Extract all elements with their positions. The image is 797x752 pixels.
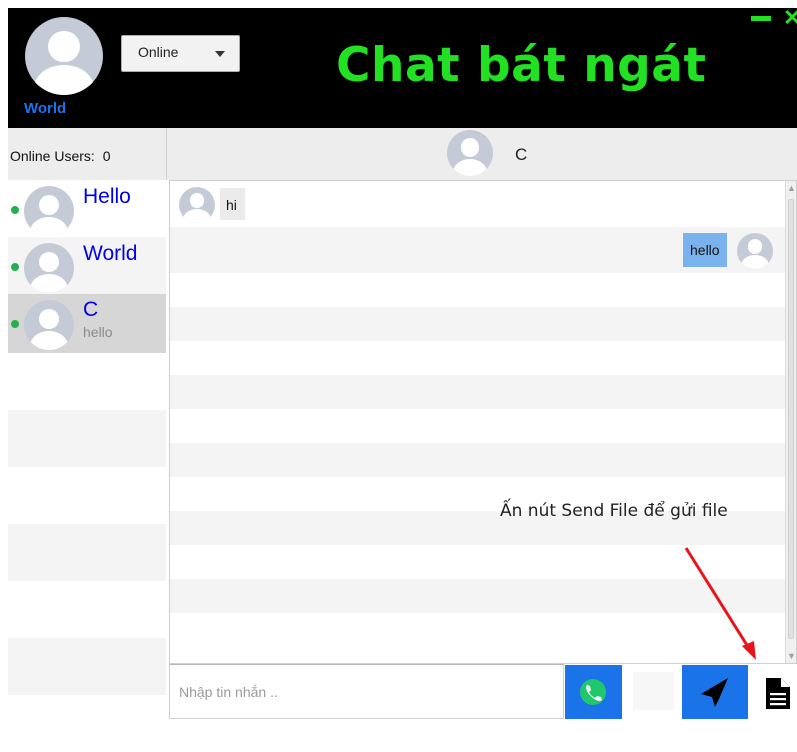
app-title: Chat bát ngát bbox=[336, 38, 707, 93]
scroll-down-icon[interactable]: ▼ bbox=[787, 651, 796, 661]
online-status-dot bbox=[11, 206, 19, 214]
message-input[interactable] bbox=[169, 664, 564, 719]
message-bubble: hi bbox=[220, 188, 245, 220]
current-user-avatar[interactable] bbox=[25, 17, 103, 95]
send-button[interactable] bbox=[682, 665, 748, 719]
chevron-down-icon bbox=[215, 51, 225, 57]
scroll-up-icon[interactable]: ▲ bbox=[787, 183, 796, 193]
user-list: Hello World C hello bbox=[8, 180, 166, 752]
contact-name: C bbox=[515, 145, 528, 164]
document-icon bbox=[766, 678, 790, 709]
tutorial-annotation: Ấn nút Send File để gửi file bbox=[500, 501, 728, 521]
online-users-count: 0 bbox=[102, 148, 111, 164]
contact-avatar bbox=[447, 130, 493, 176]
app-header: Online Chat bát ngát ✕ bbox=[8, 7, 797, 128]
user-avatar bbox=[24, 186, 74, 236]
scrollbar-thumb[interactable] bbox=[788, 199, 794, 639]
message-bubble: hello bbox=[683, 233, 727, 267]
user-last-message: hello bbox=[83, 324, 113, 340]
user-avatar bbox=[24, 243, 74, 293]
status-dropdown[interactable]: Online bbox=[121, 35, 240, 72]
user-list-item-c[interactable]: C hello bbox=[8, 294, 166, 351]
status-dropdown-value: Online bbox=[138, 44, 179, 60]
user-name: C bbox=[83, 298, 99, 321]
phone-icon bbox=[580, 679, 606, 705]
paper-plane-icon bbox=[701, 678, 728, 707]
user-list-item-world[interactable]: World bbox=[8, 237, 166, 294]
user-name: World bbox=[83, 242, 138, 265]
message-list-scrollbar[interactable]: ▲ ▼ bbox=[785, 181, 796, 663]
minimize-icon[interactable] bbox=[751, 16, 771, 21]
sender-avatar bbox=[737, 233, 773, 269]
online-status-dot bbox=[11, 320, 19, 328]
user-list-item-hello[interactable]: Hello bbox=[8, 180, 166, 237]
user-avatar bbox=[24, 300, 74, 350]
voice-call-button[interactable] bbox=[565, 665, 622, 719]
close-icon[interactable]: ✕ bbox=[783, 7, 797, 29]
send-file-button[interactable] bbox=[758, 666, 797, 719]
sender-avatar bbox=[179, 187, 215, 223]
online-status-dot bbox=[11, 263, 19, 271]
chat-header: C bbox=[166, 128, 797, 180]
tutorial-arrow bbox=[684, 547, 756, 660]
online-users-label: Online Users: bbox=[10, 148, 95, 164]
current-user-name: World bbox=[24, 100, 67, 117]
online-users-bar: Online Users: 0 bbox=[8, 128, 166, 180]
blank-button[interactable] bbox=[633, 672, 674, 710]
user-name: Hello bbox=[83, 185, 131, 208]
